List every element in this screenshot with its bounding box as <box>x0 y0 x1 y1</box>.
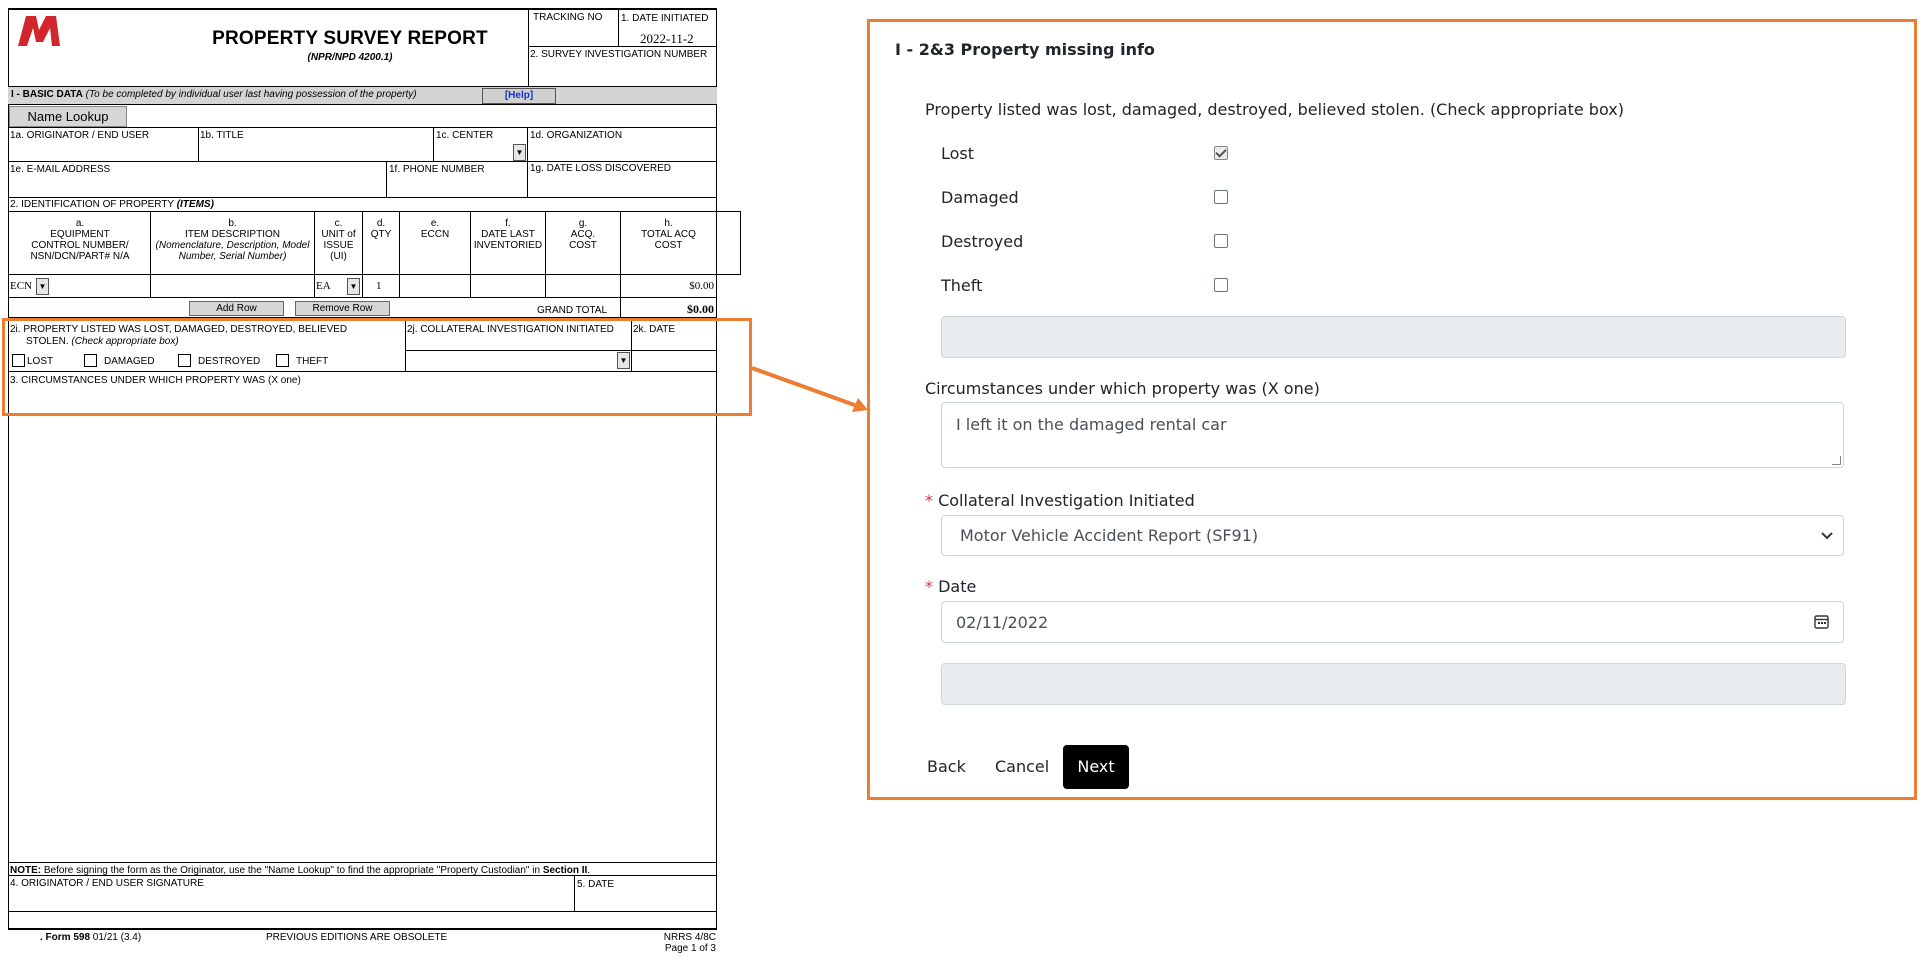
property-missing-info-panel: I - 2&3 Property missing info Property l… <box>867 19 1917 800</box>
option-destroyed-checkbox[interactable] <box>1214 234 1228 248</box>
cancel-button[interactable]: Cancel <box>995 757 1049 776</box>
circumstances-textarea[interactable]: I left it on the damaged rental car <box>941 402 1844 468</box>
option-theft-checkbox[interactable] <box>1214 278 1228 292</box>
chevron-down-icon <box>1821 532 1833 540</box>
required-mark-date: * <box>925 577 933 596</box>
disabled-field-2 <box>941 663 1846 705</box>
required-mark: * <box>925 491 933 510</box>
collateral-selected-value: Motor Vehicle Accident Report (SF91) <box>960 526 1259 545</box>
date-value: 02/11/2022 <box>956 613 1049 632</box>
next-button[interactable]: Next <box>1063 745 1129 789</box>
back-button[interactable]: Back <box>927 757 966 776</box>
option-lost-label: Lost <box>941 144 975 163</box>
circumstances-value: I left it on the damaged rental car <box>956 415 1227 434</box>
option-damaged-checkbox[interactable] <box>1214 190 1228 204</box>
circumstances-label: Circumstances under which property was (… <box>925 379 1320 398</box>
option-lost-checkbox[interactable] <box>1214 146 1228 160</box>
resize-handle[interactable] <box>1832 456 1841 465</box>
lost-damaged-question: Property listed was lost, damaged, destr… <box>925 100 1624 119</box>
date-input[interactable]: 02/11/2022 <box>941 601 1844 643</box>
calendar-icon[interactable] <box>1814 614 1829 629</box>
date-label: * Date <box>925 577 977 596</box>
option-theft-label: Theft <box>941 276 983 295</box>
disabled-field-1 <box>941 316 1846 358</box>
collateral-label: * Collateral Investigation Initiated <box>925 491 1195 510</box>
collateral-select[interactable]: Motor Vehicle Accident Report (SF91) <box>941 515 1844 556</box>
panel-title: I - 2&3 Property missing info <box>895 40 1155 59</box>
option-damaged-label: Damaged <box>941 188 1019 207</box>
option-destroyed-label: Destroyed <box>941 232 1024 251</box>
